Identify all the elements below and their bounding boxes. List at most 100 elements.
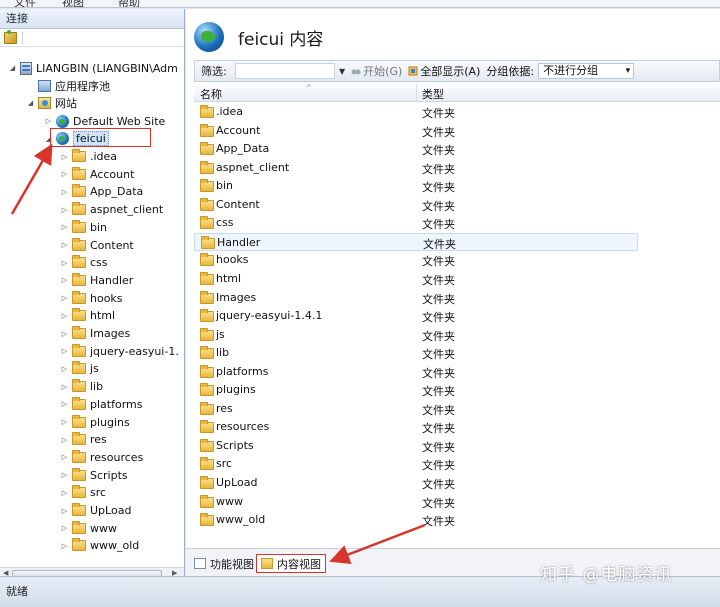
start-button[interactable]: 开始(G) <box>351 63 402 79</box>
tree-expander-icon[interactable]: ▷ <box>60 453 69 461</box>
tree-folder-item[interactable]: ▷ resources <box>60 449 143 465</box>
tree-expander-icon[interactable]: ▷ <box>60 471 69 479</box>
list-row[interactable]: plugins 文件夹 <box>194 381 720 399</box>
tab-content-view[interactable]: 内容视图 <box>256 554 326 573</box>
list-row[interactable]: www 文件夹 <box>194 493 720 511</box>
filter-bar: 筛选: ▼ 开始(G) 全部显示(A) 分组依据: 不进行分组 <box>194 60 720 82</box>
tree-item-label: App_Data <box>90 185 144 199</box>
tree-item-label: Scripts <box>90 468 128 482</box>
tree-folder-item[interactable]: ▷ Content <box>60 237 134 253</box>
tree-folder-item[interactable]: ▷ Images <box>60 326 130 342</box>
column-name-header[interactable]: 名称 <box>200 86 222 102</box>
list-row[interactable]: Handler 文件夹 <box>194 232 638 251</box>
tree-expander-icon[interactable]: ◢ <box>8 64 17 72</box>
list-row[interactable]: Scripts 文件夹 <box>194 437 720 455</box>
tree-folder-item[interactable]: ▷ www <box>60 520 117 536</box>
tree-item[interactable]: ▷ Default Web Site <box>44 113 165 129</box>
list-row[interactable]: .idea 文件夹 <box>194 103 720 121</box>
list-row[interactable]: css 文件夹 <box>194 214 720 232</box>
tree-folder-item[interactable]: ▷ js <box>60 361 99 377</box>
list-row[interactable]: lib 文件夹 <box>194 344 720 362</box>
tree-folder-item[interactable]: ▷ Handler <box>60 272 133 288</box>
tree-folder-item[interactable]: ▷ aspnet_client <box>60 202 163 218</box>
tree-expander-icon[interactable]: ▷ <box>60 206 69 214</box>
list-row[interactable]: src 文件夹 <box>194 455 720 473</box>
tree-expander-icon[interactable]: ▷ <box>60 383 69 391</box>
list-row[interactable]: resources 文件夹 <box>194 418 720 436</box>
tree-folder-item[interactable]: ▷ html <box>60 308 115 324</box>
tree-folder-item[interactable]: ▷ res <box>60 432 107 448</box>
tree-folder-item[interactable]: ▷ Account <box>60 166 134 182</box>
tree-expander-icon[interactable]: ▷ <box>60 330 69 338</box>
tree-folder-item[interactable]: ▷ css <box>60 255 108 271</box>
list-row[interactable]: js 文件夹 <box>194 326 720 344</box>
tree-expander-icon[interactable]: ▷ <box>60 436 69 444</box>
tree-expander-icon[interactable]: ▷ <box>60 542 69 550</box>
menu-view[interactable]: 视图 <box>62 0 84 7</box>
tree-expander-icon[interactable]: ▷ <box>60 170 69 178</box>
tree-expander-icon[interactable]: ▷ <box>60 507 69 515</box>
show-all-button[interactable]: 全部显示(A) <box>408 63 480 79</box>
tree-expander-icon[interactable]: ▷ <box>60 365 69 373</box>
list-row[interactable]: platforms 文件夹 <box>194 363 720 381</box>
tab-features-view[interactable]: 功能视图 <box>190 554 258 573</box>
tree-expander-icon[interactable]: ▷ <box>60 312 69 320</box>
tree-expander-icon[interactable]: ▷ <box>60 188 69 196</box>
tree-folder-item[interactable]: ▷ .idea <box>60 149 117 165</box>
list-row[interactable]: aspnet_client 文件夹 <box>194 159 720 177</box>
tree-item[interactable]: ◢ 网站 <box>26 95 77 111</box>
tree-expander-icon[interactable]: ▷ <box>60 276 69 284</box>
tree-expander-icon[interactable]: ▷ <box>60 489 69 497</box>
list-row[interactable]: jquery-easyui-1.4.1 文件夹 <box>194 307 720 325</box>
list-row[interactable]: res 文件夹 <box>194 400 720 418</box>
filter-dropdown-icon[interactable]: ▼ <box>339 67 345 76</box>
list-row[interactable]: App_Data 文件夹 <box>194 140 720 158</box>
list-row[interactable]: www_old 文件夹 <box>194 511 720 529</box>
tree-folder-item[interactable]: ▷ jquery-easyui-1.4 <box>60 343 178 359</box>
tree-expander-icon[interactable]: ▷ <box>60 294 69 302</box>
list-row[interactable]: UpLoad 文件夹 <box>194 474 720 492</box>
tree-folder-item[interactable]: ▷ src <box>60 485 106 501</box>
tree-folder-item[interactable]: ▷ www_old <box>60 538 139 554</box>
toolbar-separator <box>22 31 23 44</box>
tree-folder-item[interactable]: ▷ App_Data <box>60 184 143 200</box>
list-row[interactable]: Images 文件夹 <box>194 289 720 307</box>
tree-expander-icon[interactable]: ▷ <box>60 524 69 532</box>
list-row[interactable]: Content 文件夹 <box>194 196 720 214</box>
tree-folder-item[interactable]: ▷ plugins <box>60 414 130 430</box>
group-by-select[interactable]: 不进行分组 <box>538 63 635 79</box>
tree-item[interactable]: ◢ LIANGBIN (LIANGBIN\Adm <box>8 60 178 76</box>
folder-icon <box>200 327 214 341</box>
menu-help[interactable]: 帮助 <box>118 0 140 7</box>
tree-item-label: Default Web Site <box>73 114 166 128</box>
tree-folder-item[interactable]: ▷ hooks <box>60 290 123 306</box>
tree-expander-icon[interactable]: ▷ <box>60 259 69 267</box>
tree-expander-icon[interactable]: ▷ <box>44 117 53 125</box>
row-type: 文件夹 <box>422 385 455 399</box>
tree-folder-item[interactable]: ▷ platforms <box>60 396 142 412</box>
column-type-header[interactable]: 类型 <box>422 86 444 102</box>
add-connection-icon[interactable] <box>4 29 17 44</box>
tree-expander-icon[interactable]: ◢ <box>26 99 35 107</box>
list-row[interactable]: Account 文件夹 <box>194 122 720 140</box>
row-name: resources <box>216 420 270 434</box>
column-divider[interactable] <box>416 84 417 102</box>
tree-expander-icon[interactable]: ▷ <box>60 418 69 426</box>
tree-folder-item[interactable]: ▷ UpLoad <box>60 503 131 519</box>
folder-icon <box>72 414 86 428</box>
filter-input[interactable] <box>235 63 335 79</box>
list-row[interactable]: hooks 文件夹 <box>194 251 720 269</box>
tree-expander-icon[interactable]: ▷ <box>60 400 69 408</box>
tree-expander-icon[interactable]: ▷ <box>60 223 69 231</box>
tree-expander-icon[interactable]: ▷ <box>60 153 69 161</box>
menu-file[interactable]: 文件 <box>14 0 36 7</box>
tree-expander-icon[interactable]: ▷ <box>60 241 69 249</box>
tree-folder-item[interactable]: ▷ lib <box>60 379 103 395</box>
tree-item[interactable]: 应用程序池 <box>26 78 110 94</box>
connections-pane: 连接 ◢ LIANGBIN (LIANGBIN\Adm 应用程序池 ◢ 网站 ▷ Defau… <box>0 9 185 579</box>
list-row[interactable]: html 文件夹 <box>194 270 720 288</box>
list-row[interactable]: bin 文件夹 <box>194 177 720 195</box>
tree-folder-item[interactable]: ▷ bin <box>60 219 107 235</box>
tree-folder-item[interactable]: ▷ Scripts <box>60 467 128 483</box>
tree-expander-icon[interactable]: ▷ <box>60 347 69 355</box>
